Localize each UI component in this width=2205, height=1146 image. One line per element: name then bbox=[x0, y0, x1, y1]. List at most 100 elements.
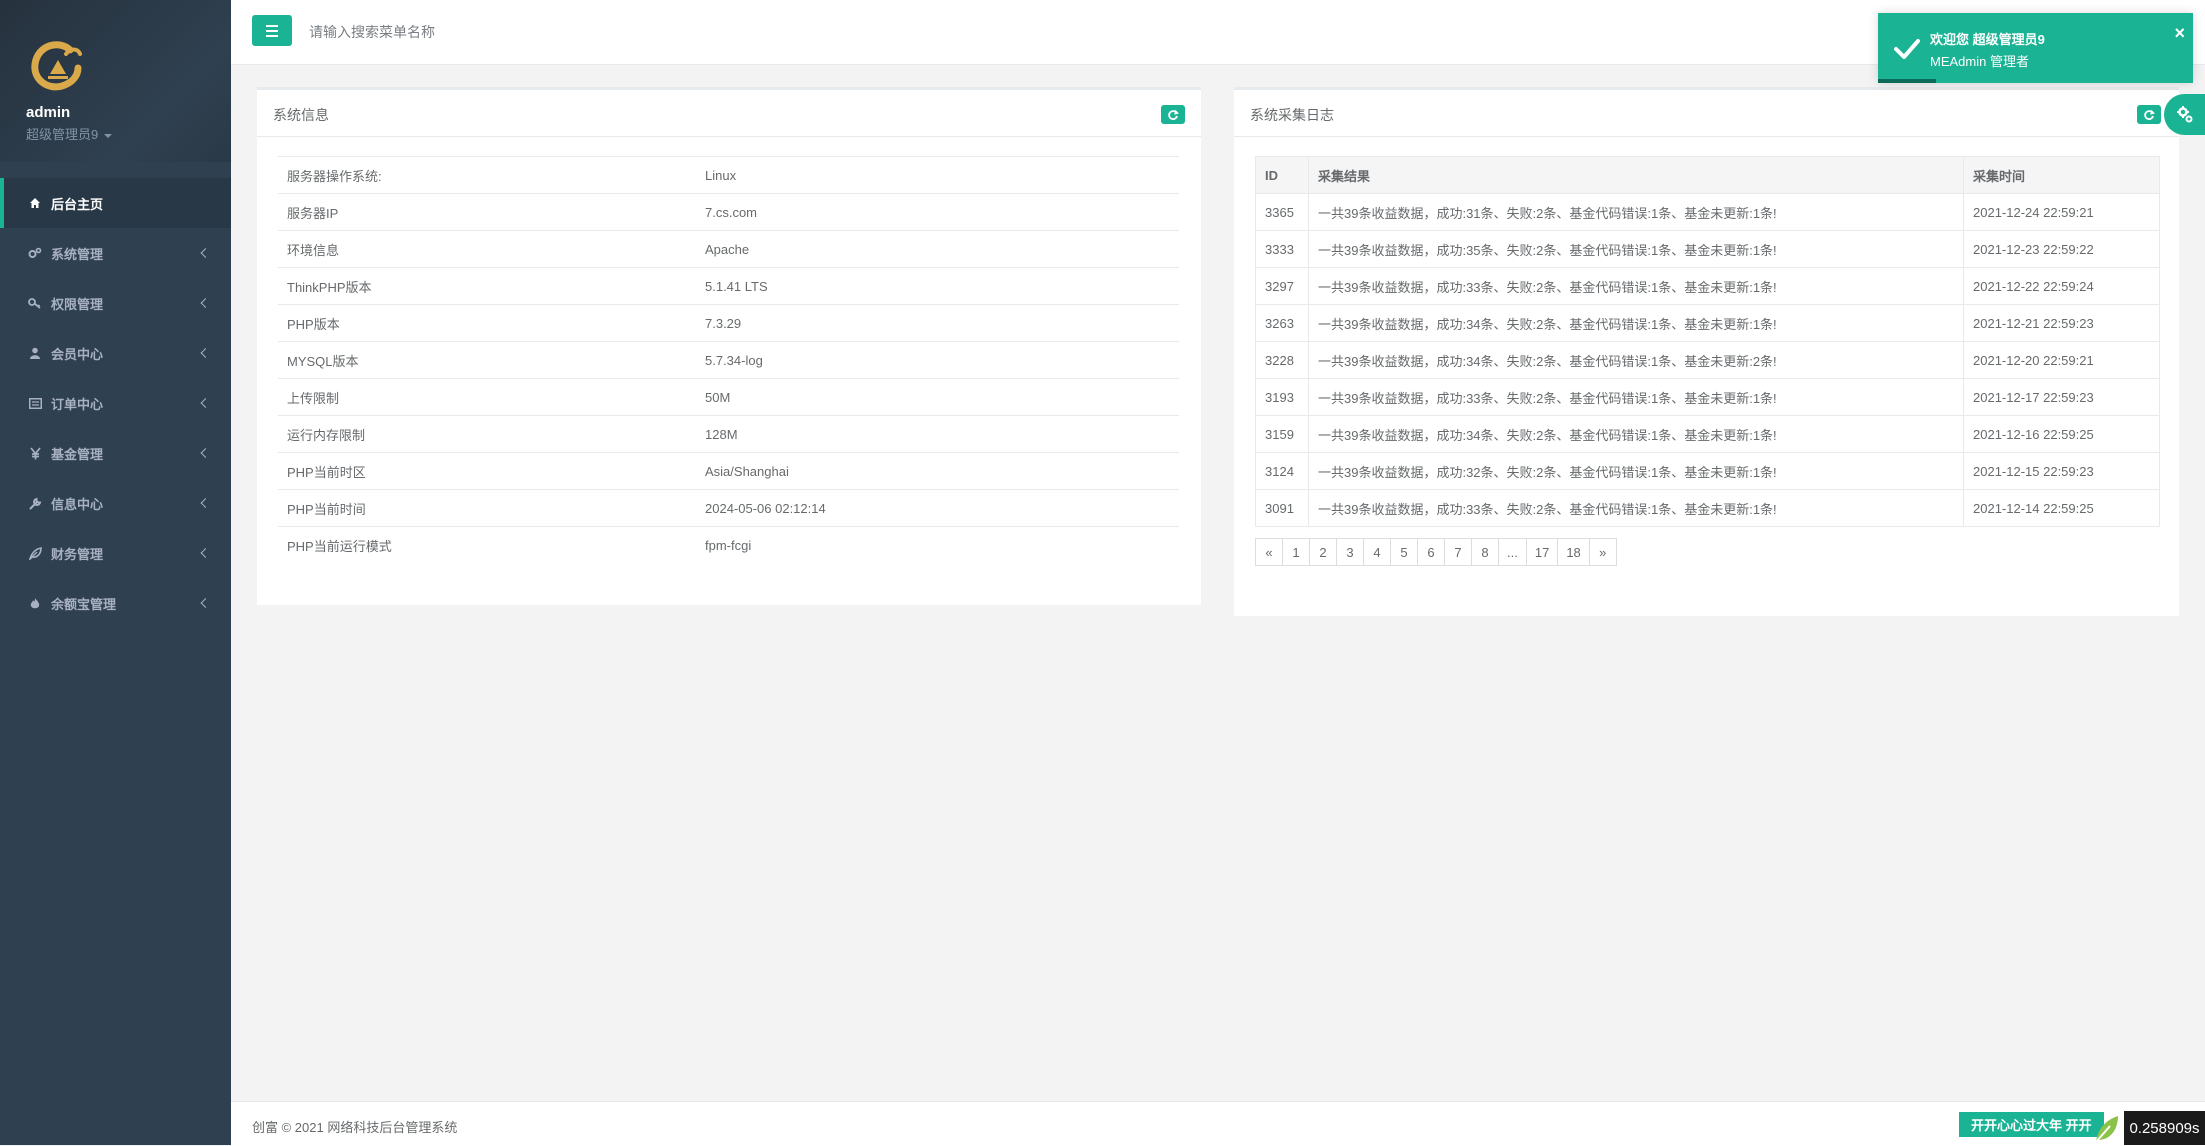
user-role-dropdown[interactable]: 超级管理员9 bbox=[26, 124, 113, 143]
page-link[interactable]: 2 bbox=[1309, 538, 1337, 566]
chevron-left-icon bbox=[200, 498, 211, 508]
page-link[interactable]: « bbox=[1255, 538, 1283, 566]
menu-toggle-button[interactable] bbox=[252, 15, 292, 46]
footer-marquee-badge: 开开心心过大年 开开 bbox=[1959, 1112, 2104, 1137]
sidebar-item-info[interactable]: 信息中心 bbox=[0, 478, 231, 528]
sidebar-item-label: 系统管理 bbox=[51, 246, 104, 262]
table-row: 3365 一共39条收益数据，成功:31条、失败:2条、基金代码错误:1条、基金未… bbox=[1255, 193, 2160, 231]
profile-area: admin 超级管理员9 bbox=[0, 0, 231, 162]
collect-log-panel: 系统采集日志 ID 采集结果 采集时间 3365 一共39条收益数据，成功:31条… bbox=[1234, 87, 2179, 616]
log-result: 一共39条收益数据，成功:33条、失败:2条、基金代码错误:1条、基金未更新:1… bbox=[1308, 267, 1964, 305]
log-result: 一共39条收益数据，成功:31条、失败:2条、基金代码错误:1条、基金未更新:1… bbox=[1308, 193, 1964, 231]
table-row: 3333 一共39条收益数据，成功:35条、失败:2条、基金代码错误:1条、基金未… bbox=[1255, 230, 2160, 268]
refresh-button[interactable] bbox=[1161, 105, 1185, 124]
refresh-icon bbox=[1168, 109, 1179, 120]
page-link[interactable]: 5 bbox=[1390, 538, 1418, 566]
table-row: 3263 一共39条收益数据，成功:34条、失败:2条、基金代码错误:1条、基金未… bbox=[1255, 304, 2160, 342]
sidebar-item-balance[interactable]: 余额宝管理 bbox=[0, 578, 231, 628]
page-link: ... bbox=[1498, 538, 1527, 566]
page-link[interactable]: 7 bbox=[1444, 538, 1472, 566]
info-value: 128M bbox=[696, 415, 1179, 453]
chevron-left-icon bbox=[200, 548, 211, 558]
info-label: 环境信息 bbox=[278, 230, 696, 268]
info-value: 5.7.34-log bbox=[696, 341, 1179, 379]
refresh-button[interactable] bbox=[2137, 105, 2161, 124]
chevron-left-icon bbox=[200, 348, 211, 358]
table-row: PHP当前时区 Asia/Shanghai bbox=[278, 452, 1179, 490]
table-row: MYSQL版本 5.7.34-log bbox=[278, 341, 1179, 379]
wrench-icon bbox=[28, 496, 42, 510]
table-row: 3228 一共39条收益数据，成功:34条、失败:2条、基金代码错误:1条、基金未… bbox=[1255, 341, 2160, 379]
sidebar-item-funds[interactable]: 基金管理 bbox=[0, 428, 231, 478]
pagination: «1 2 3 4 5 6 7 8... 17 18» bbox=[1255, 538, 1617, 566]
info-value: 50M bbox=[696, 378, 1179, 416]
list-icon bbox=[28, 396, 42, 410]
system-info-panel: 系统信息 服务器操作系统: Linux 服务器IP 7.cs.com 环境信息 Apach… bbox=[257, 87, 1201, 605]
column-header-time: 采集时间 bbox=[1963, 156, 2160, 194]
sidebar-item-label: 后台主页 bbox=[51, 196, 104, 212]
toast-message: MEAdmin 管理者 bbox=[1930, 54, 2029, 69]
info-label: 服务器操作系统: bbox=[278, 156, 696, 194]
sidebar-item-label: 基金管理 bbox=[51, 446, 104, 462]
table-row: 运行内存限制 128M bbox=[278, 415, 1179, 453]
sidebar-item-home[interactable]: 后台主页 bbox=[0, 178, 231, 228]
log-time: 2021-12-14 22:59:25 bbox=[1963, 489, 2160, 527]
sidebar-item-finance[interactable]: 财务管理 bbox=[0, 528, 231, 578]
info-value: Linux bbox=[696, 156, 1179, 194]
page-link[interactable]: 17 bbox=[1525, 538, 1559, 566]
close-icon[interactable]: × bbox=[2174, 23, 2185, 44]
render-timer: 0.258909s bbox=[2124, 1111, 2205, 1145]
sidebar-item-permission[interactable]: 权限管理 bbox=[0, 278, 231, 328]
page-link[interactable]: 8 bbox=[1471, 538, 1499, 566]
info-label: ThinkPHP版本 bbox=[278, 267, 696, 305]
table-row: 环境信息 Apache bbox=[278, 230, 1179, 268]
system-info-table: 服务器操作系统: Linux 服务器IP 7.cs.com 环境信息 Apache Thin… bbox=[278, 156, 1179, 563]
user-name[interactable]: admin bbox=[26, 104, 70, 121]
table-row: 3159 一共39条收益数据，成功:34条、失败:2条、基金代码错误:1条、基金未… bbox=[1255, 415, 2160, 453]
chevron-left-icon bbox=[200, 298, 211, 308]
info-label: PHP当前运行模式 bbox=[278, 526, 696, 563]
log-time: 2021-12-22 22:59:24 bbox=[1963, 267, 2160, 305]
panel-header: 系统采集日志 bbox=[1234, 90, 2179, 137]
caret-down-icon bbox=[104, 133, 113, 138]
log-result: 一共39条收益数据，成功:34条、失败:2条、基金代码错误:1条、基金未更新:1… bbox=[1308, 415, 1964, 453]
log-result: 一共39条收益数据，成功:34条、失败:2条、基金代码错误:1条、基金未更新:2… bbox=[1308, 341, 1964, 379]
log-id: 3263 bbox=[1255, 304, 1309, 342]
logo-icon bbox=[31, 41, 82, 91]
collect-log-table: ID 采集结果 采集时间 3365 一共39条收益数据，成功:31条、失败:2条、… bbox=[1255, 156, 2160, 527]
page-link[interactable]: 18 bbox=[1557, 538, 1590, 566]
page-link[interactable]: 6 bbox=[1417, 538, 1445, 566]
log-time: 2021-12-16 22:59:25 bbox=[1963, 415, 2160, 453]
sidebar-item-system[interactable]: 系统管理 bbox=[0, 228, 231, 278]
table-row: 服务器IP 7.cs.com bbox=[278, 193, 1179, 231]
leaf-icon bbox=[2095, 1116, 2118, 1143]
log-result: 一共39条收益数据，成功:33条、失败:2条、基金代码错误:1条、基金未更新:1… bbox=[1308, 489, 1964, 527]
gear-icon bbox=[2176, 105, 2192, 122]
sidebar-item-members[interactable]: 会员中心 bbox=[0, 328, 231, 378]
menu-search-input[interactable] bbox=[307, 18, 711, 46]
check-icon bbox=[1894, 39, 1920, 59]
footer-copyright: 创富 © 2021 网络科技后台管理系统 bbox=[252, 1120, 458, 1135]
page-link[interactable]: 1 bbox=[1282, 538, 1310, 566]
welcome-toast[interactable]: 欢迎您 超级管理员9 MEAdmin 管理者 × bbox=[1878, 13, 2193, 83]
page-link[interactable]: » bbox=[1588, 538, 1617, 566]
sidebar-item-orders[interactable]: 订单中心 bbox=[0, 378, 231, 428]
table-row: 3091 一共39条收益数据，成功:33条、失败:2条、基金代码错误:1条、基金未… bbox=[1255, 489, 2160, 527]
sidebar-item-label: 订单中心 bbox=[51, 396, 104, 412]
theme-settings-button[interactable] bbox=[2164, 94, 2205, 135]
page-link[interactable]: 3 bbox=[1336, 538, 1364, 566]
menu-bar bbox=[266, 29, 278, 32]
leaf-icon bbox=[28, 546, 42, 560]
info-value: 5.1.41 LTS bbox=[696, 267, 1179, 305]
column-header-result: 采集结果 bbox=[1308, 156, 1964, 194]
log-result: 一共39条收益数据，成功:34条、失败:2条、基金代码错误:1条、基金未更新:1… bbox=[1308, 304, 1964, 342]
log-id: 3297 bbox=[1255, 267, 1309, 305]
info-value: 2024-05-06 02:12:14 bbox=[696, 489, 1179, 527]
yen-icon bbox=[28, 446, 42, 460]
chevron-left-icon bbox=[200, 598, 211, 608]
table-row: 3297 一共39条收益数据，成功:33条、失败:2条、基金代码错误:1条、基金未… bbox=[1255, 267, 2160, 305]
refresh-icon bbox=[2144, 109, 2155, 120]
page-link[interactable]: 4 bbox=[1363, 538, 1391, 566]
table-header-row: ID 采集结果 采集时间 bbox=[1255, 156, 2160, 194]
sidebar-item-label: 信息中心 bbox=[51, 496, 104, 512]
